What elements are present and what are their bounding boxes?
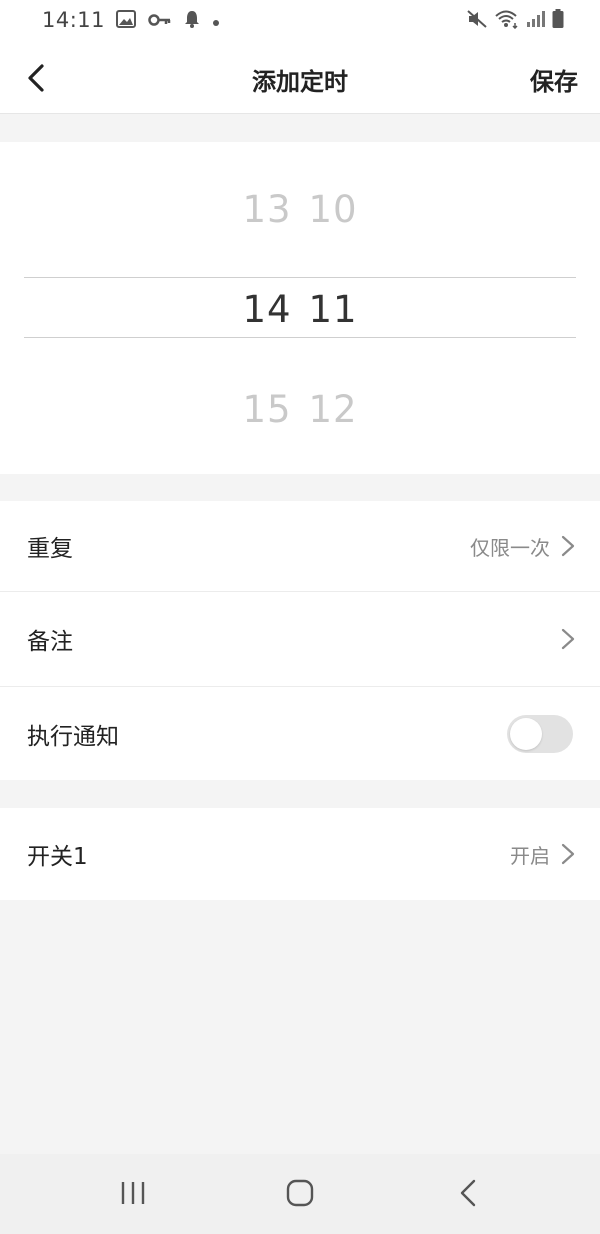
home-icon: [286, 1179, 314, 1207]
notify-toggle[interactable]: [507, 714, 573, 753]
picker-divider-top: [24, 277, 576, 278]
repeat-row[interactable]: 重复 仅限一次: [0, 501, 600, 591]
status-right-icons: [466, 9, 564, 33]
minute-option[interactable]: 10: [300, 188, 366, 231]
selected-minute[interactable]: 11: [300, 288, 366, 331]
chevron-right-icon: [561, 843, 575, 865]
recents-icon: [121, 1182, 145, 1204]
picker-row-next[interactable]: 15 12: [0, 379, 600, 439]
switch-card: 开关1 开启: [0, 808, 600, 900]
picker-row-selected[interactable]: 14 11: [0, 279, 600, 339]
repeat-label: 重复: [27, 536, 73, 562]
dot-icon: [212, 12, 220, 31]
status-left-icons: [116, 10, 220, 32]
page-title: 添加定时: [252, 68, 348, 96]
wifi-icon: [494, 9, 520, 33]
selected-hour[interactable]: 14: [234, 288, 300, 331]
app-header: 添加定时 保存: [0, 42, 600, 114]
switch-value: 开启: [510, 843, 550, 868]
switch-row[interactable]: 开关1 开启: [0, 808, 600, 900]
note-label: 备注: [27, 629, 73, 655]
key-icon: [148, 12, 172, 31]
hour-option[interactable]: 15: [234, 388, 300, 431]
repeat-value: 仅限一次: [470, 535, 550, 560]
toggle-knob: [510, 717, 542, 750]
home-button[interactable]: [280, 1176, 320, 1212]
chevron-right-icon: [561, 628, 575, 650]
system-back-button[interactable]: [450, 1176, 490, 1212]
hour-option[interactable]: 13: [234, 188, 300, 231]
battery-icon: [552, 9, 564, 33]
save-button[interactable]: 保存: [530, 62, 578, 97]
status-bar: 14:11: [0, 0, 600, 42]
chevron-right-icon: [561, 535, 575, 557]
back-icon: [460, 1179, 476, 1207]
recents-button[interactable]: [113, 1176, 153, 1212]
system-nav-bar: [0, 1154, 600, 1234]
screen: 14:11 添加定时 保存 13 10 14 11 15 12 重复 仅限一次 …: [0, 0, 600, 1234]
switch-label: 开关1: [27, 844, 88, 870]
signal-icon: [526, 10, 546, 32]
note-row[interactable]: 备注: [0, 592, 600, 686]
bell-icon: [184, 10, 200, 32]
notify-label: 执行通知: [27, 723, 119, 750]
picker-divider-bottom: [24, 337, 576, 338]
minute-option[interactable]: 12: [300, 388, 366, 431]
status-time: 14:11: [42, 8, 106, 32]
picker-row-previous[interactable]: 13 10: [0, 179, 600, 239]
notify-row: 执行通知: [0, 687, 600, 780]
time-picker[interactable]: 13 10 14 11 15 12: [0, 142, 600, 474]
image-icon: [116, 10, 136, 32]
mute-icon: [466, 9, 488, 33]
settings-card: 重复 仅限一次 备注 执行通知: [0, 501, 600, 780]
